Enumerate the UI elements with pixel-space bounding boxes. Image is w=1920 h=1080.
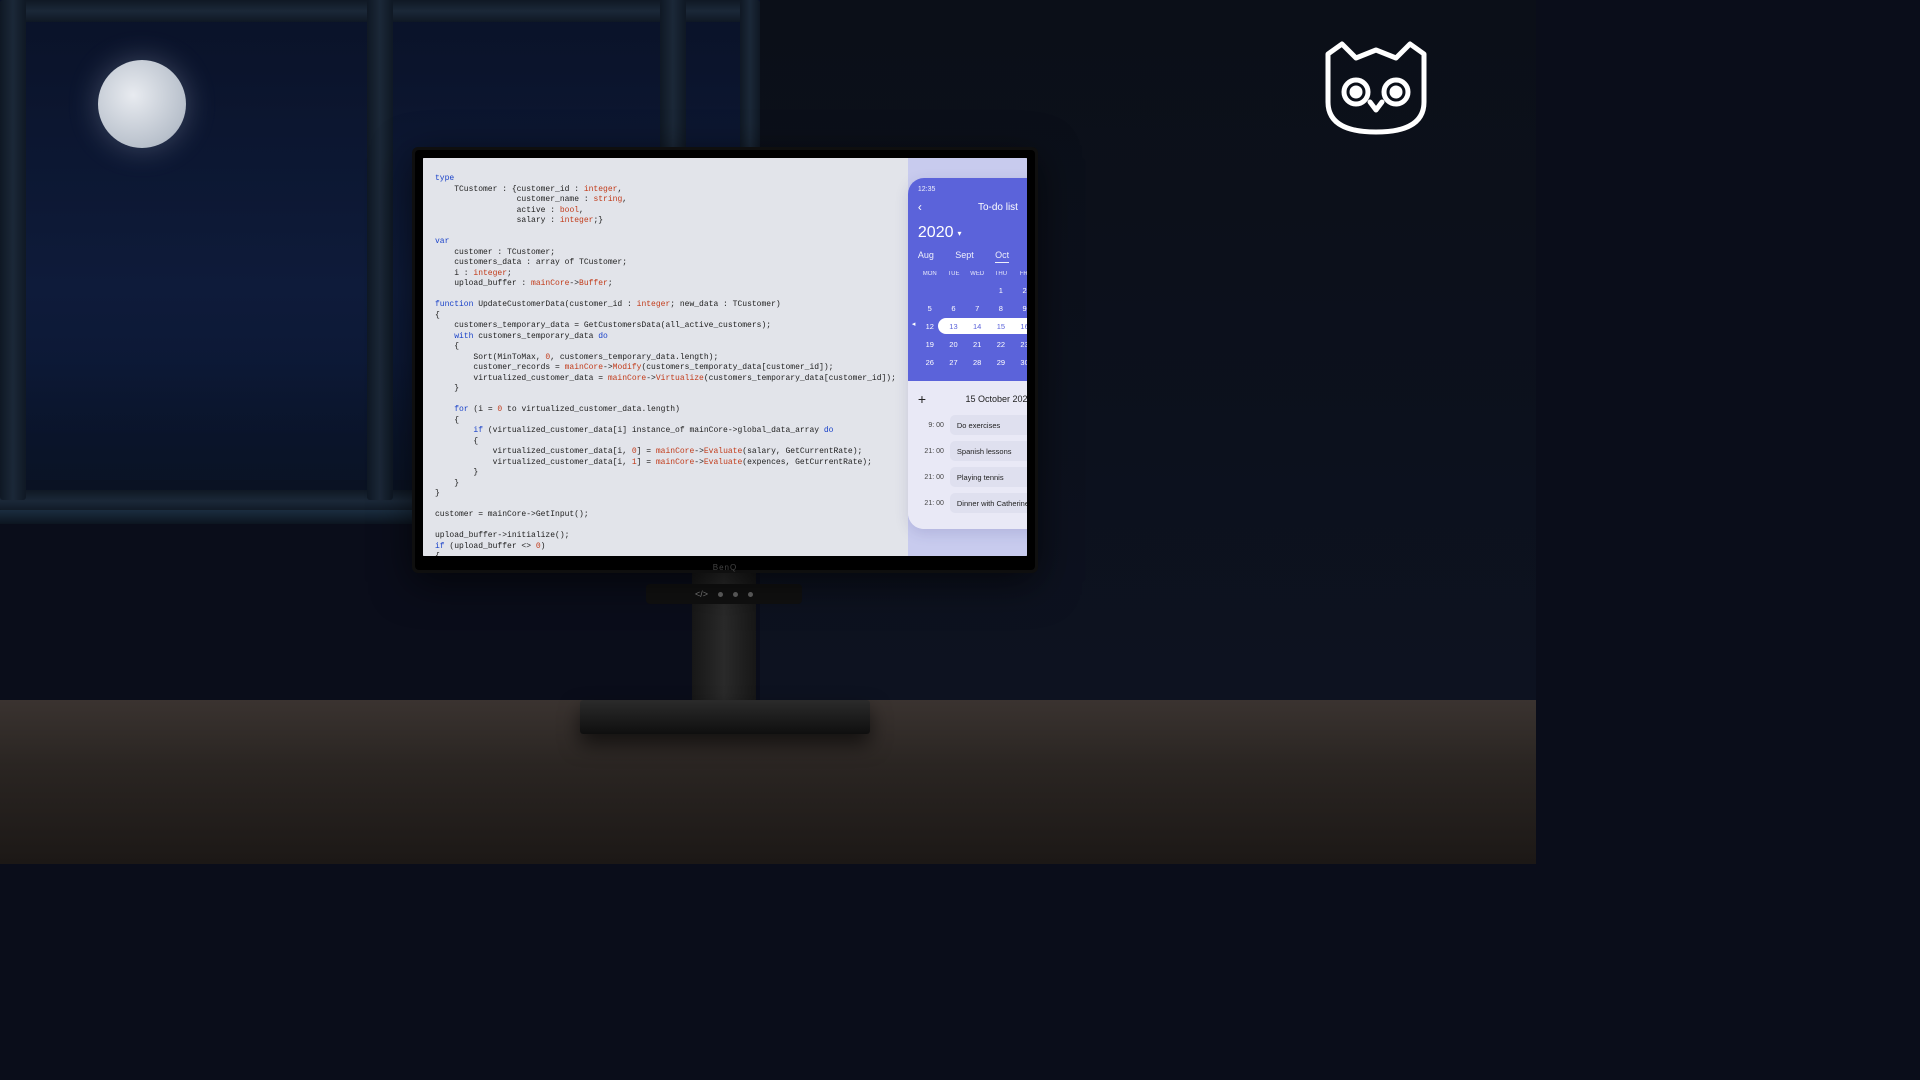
- calendar-day[interactable]: 6: [942, 304, 966, 313]
- code-editor: type TCustomer : {customer_id : integer,…: [423, 158, 908, 556]
- monitor-hub: </>: [646, 584, 802, 604]
- calendar-day[interactable]: 7: [965, 304, 989, 313]
- app-title: To-do list: [978, 202, 1018, 213]
- calendar-day[interactable]: 30: [1013, 358, 1027, 367]
- calendar-day[interactable]: 15: [989, 322, 1013, 331]
- monitor: type TCustomer : {customer_id : integer,…: [412, 147, 1038, 573]
- monitor-screen: type TCustomer : {customer_id : integer,…: [423, 158, 1027, 556]
- todo-time: 21: 00: [918, 500, 944, 507]
- phone-preview-panel: 12:35 ▂▄▆ ⋒ ▮ ‹ To-do list ⚙: [908, 158, 1027, 556]
- back-icon[interactable]: ‹: [918, 200, 922, 214]
- monitor-brand: BenQ: [713, 563, 737, 572]
- month-tab[interactable]: Oct: [995, 250, 1009, 263]
- calendar-day[interactable]: 2: [1013, 286, 1027, 295]
- weekday-label: FRI: [1013, 271, 1027, 277]
- month-tabs: AugSeptOctNovDec: [918, 250, 1027, 263]
- todo-time: 21: 00: [918, 448, 944, 455]
- calendar-row: ◂▸12131415161718: [918, 317, 1027, 335]
- calendar-day[interactable]: 13: [942, 322, 966, 331]
- calendar-day[interactable]: 27: [942, 358, 966, 367]
- todo-label: Do exercises: [957, 421, 1000, 430]
- weekday-label: MON: [918, 271, 942, 277]
- todo-label: Spanish lessons: [957, 447, 1012, 456]
- calendar-day[interactable]: 1: [989, 286, 1013, 295]
- todo-row: 9: 00 Do exercises✓: [918, 415, 1027, 435]
- monitor-bezel: type TCustomer : {customer_id : integer,…: [415, 150, 1035, 570]
- calendar-day[interactable]: 21: [965, 340, 989, 349]
- month-tab[interactable]: Sept: [955, 250, 974, 263]
- todo-label: Dinner with Catherine: [957, 499, 1027, 508]
- code-icon: </>: [695, 589, 708, 599]
- calendar-row: 567891011: [918, 299, 1027, 317]
- weekday-header: MONTUEWEDTHUFRISATSUN: [918, 271, 1027, 277]
- calendar-row: 1234: [918, 281, 1027, 299]
- year-selector[interactable]: 2020 ▾: [918, 224, 962, 242]
- weekday-label: WED: [965, 271, 989, 277]
- phone-body: + 15 October 2020 ⋮ 9: 00Do exercises✓21…: [908, 381, 1027, 529]
- calendar-row: 19202122232425: [918, 335, 1027, 353]
- moon: [98, 60, 186, 148]
- calendar-day[interactable]: 20: [942, 340, 966, 349]
- calendar-day[interactable]: 9: [1013, 304, 1027, 313]
- todo-row: 21: 00 Playing tennis✓: [918, 467, 1027, 487]
- monitor-base: [580, 700, 870, 734]
- selected-date: 15 October 2020: [965, 394, 1027, 404]
- phone-header: 12:35 ▂▄▆ ⋒ ▮ ‹ To-do list ⚙: [908, 178, 1027, 381]
- todo-list: 9: 00 Do exercises✓ 21: 00 Spanish lessons✓…: [918, 415, 1027, 513]
- calendar-day[interactable]: 23: [1013, 340, 1027, 349]
- todo-item[interactable]: Dinner with Catherine: [950, 493, 1027, 513]
- todo-item[interactable]: Playing tennis✓: [950, 467, 1027, 487]
- calendar-day[interactable]: 26: [918, 358, 942, 367]
- todo-time: 9: 00: [918, 422, 944, 429]
- todo-time: 21: 00: [918, 474, 944, 481]
- calendar-day[interactable]: 8: [989, 304, 1013, 313]
- todo-label: Playing tennis: [957, 473, 1004, 482]
- weekday-label: THU: [989, 271, 1013, 277]
- calendar-day[interactable]: 5: [918, 304, 942, 313]
- month-tab[interactable]: Aug: [918, 250, 934, 263]
- calendar-day[interactable]: 19: [918, 340, 942, 349]
- phone-mockup: 12:35 ▂▄▆ ⋒ ▮ ‹ To-do list ⚙: [908, 178, 1027, 529]
- calendar-day[interactable]: 16: [1013, 322, 1027, 331]
- todo-row: 21: 00 Spanish lessons✓: [918, 441, 1027, 461]
- todo-row: 21: 00 Dinner with Catherine: [918, 493, 1027, 513]
- add-button[interactable]: +: [918, 391, 926, 407]
- scene-root: </> type TCustomer : {customer_id : inte…: [0, 0, 1536, 864]
- calendar-day[interactable]: 12: [918, 322, 942, 331]
- status-time: 12:35: [918, 186, 936, 194]
- todo-item[interactable]: Spanish lessons✓: [950, 441, 1027, 461]
- calendar-day[interactable]: 14: [965, 322, 989, 331]
- year-label: 2020: [918, 224, 954, 242]
- calendar-grid: 1234567891011◂▸1213141516171819202122232…: [918, 281, 1027, 371]
- prev-week-icon[interactable]: ◂: [912, 320, 916, 328]
- chevron-down-icon: ▾: [957, 229, 961, 238]
- owl-logo: [1316, 40, 1436, 136]
- calendar-day[interactable]: 22: [989, 340, 1013, 349]
- weekday-label: TUE: [942, 271, 966, 277]
- calendar-row: 262728293031: [918, 353, 1027, 371]
- status-bar: 12:35 ▂▄▆ ⋒ ▮: [918, 186, 1027, 194]
- todo-item[interactable]: Do exercises✓: [950, 415, 1027, 435]
- calendar-day[interactable]: 28: [965, 358, 989, 367]
- calendar-day[interactable]: 29: [989, 358, 1013, 367]
